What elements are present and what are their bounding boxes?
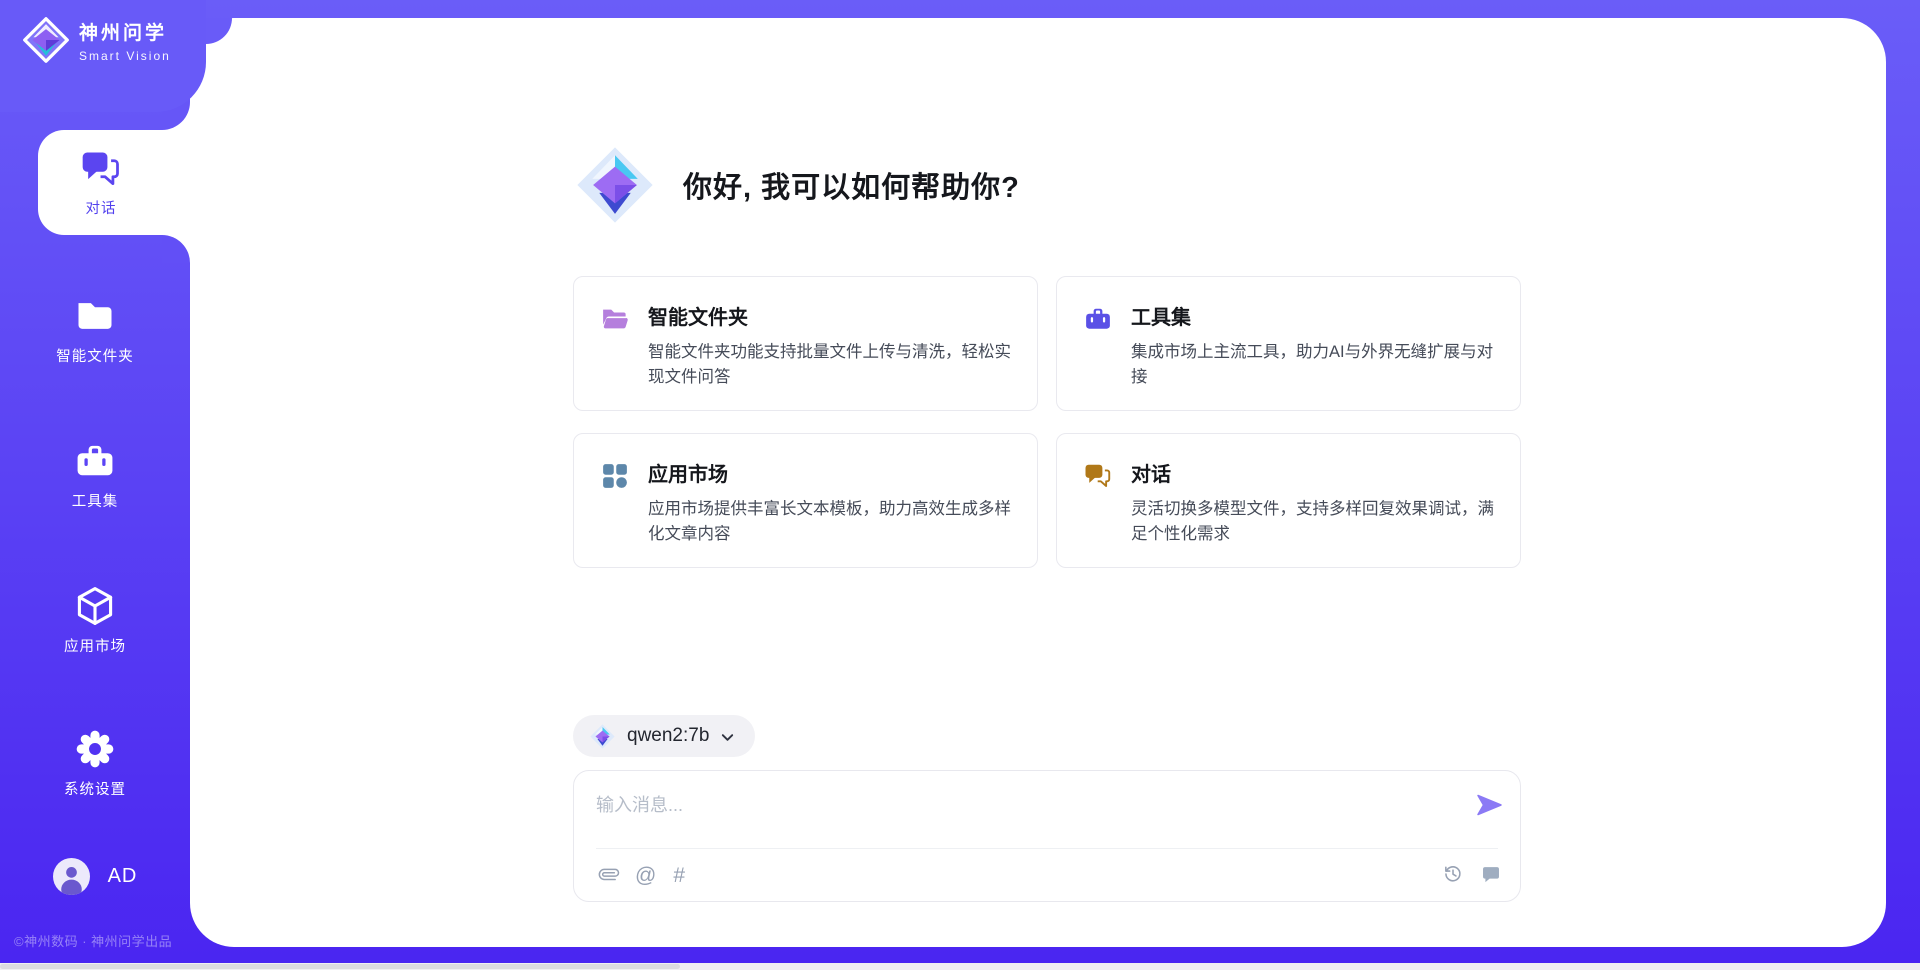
message-composer: @ # <box>573 770 1521 902</box>
composer-divider <box>596 848 1498 849</box>
chat-bubble-icon <box>1480 863 1502 888</box>
card-description: 灵活切换多模型文件，支持多样回复效果调试，满足个性化需求 <box>1131 497 1494 547</box>
composer-toolbar: @ # <box>598 863 1502 888</box>
card-title: 对话 <box>1131 458 1494 487</box>
feature-cards: 智能文件夹 智能文件夹功能支持批量文件上传与清洗，轻松实现文件问答 工具集 集成… <box>573 276 1521 568</box>
attach-file-button[interactable] <box>598 864 618 887</box>
brand-diamond-white-icon <box>22 16 70 64</box>
model-name: qwen2:7b <box>627 725 709 747</box>
chevron-down-icon <box>720 730 735 745</box>
sidebar-item-label: 对话 <box>86 197 117 218</box>
sidebar-item-label: 工具集 <box>72 490 119 511</box>
card-chat[interactable]: 对话 灵活切换多模型文件，支持多样回复效果调试，满足个性化需求 <box>1056 433 1521 568</box>
hash-icon: # <box>673 866 685 886</box>
model-selector[interactable]: qwen2:7b <box>573 715 755 757</box>
conversation-button[interactable] <box>1480 863 1502 888</box>
user-profile[interactable]: AD <box>0 858 190 895</box>
sidebar-item-label: 系统设置 <box>64 778 126 799</box>
card-app-market[interactable]: 应用市场 应用市场提供丰富长文本模板，助力高效生成多样化文章内容 <box>573 433 1038 568</box>
paperclip-icon <box>593 860 623 890</box>
gear-icon <box>73 727 117 771</box>
card-description: 集成市场上主流工具，助力AI与外界无缝扩展与对接 <box>1131 340 1494 390</box>
card-title: 工具集 <box>1131 301 1494 330</box>
greeting-block: 你好, 我可以如何帮助你? <box>573 143 1020 227</box>
avatar <box>53 858 90 895</box>
folder-icon <box>73 294 117 338</box>
chat-icon <box>79 147 123 191</box>
topic-button[interactable]: # <box>673 866 685 886</box>
sidebar-item-chat[interactable]: 对话 <box>38 130 190 235</box>
horizontal-scrollbar[interactable] <box>0 963 1920 970</box>
card-title: 应用市场 <box>648 458 1011 487</box>
mention-button[interactable]: @ <box>635 866 656 886</box>
card-title: 智能文件夹 <box>648 301 1011 330</box>
sidebar-item-toolset[interactable]: 工具集 <box>0 428 190 522</box>
brand-diamond-icon <box>573 143 657 227</box>
card-description: 应用市场提供丰富长文本模板，助力高效生成多样化文章内容 <box>648 497 1011 547</box>
at-icon: @ <box>635 866 656 886</box>
grid-icon <box>600 461 630 491</box>
greeting-title: 你好, 我可以如何帮助你? <box>683 164 1020 206</box>
sidebar-item-label: 智能文件夹 <box>56 345 134 366</box>
tab-fillet-bottom <box>162 235 190 263</box>
footer-credit: ©神州数码 · 神州问学出品 <box>14 931 172 950</box>
send-icon <box>1473 807 1505 822</box>
message-input[interactable] <box>580 777 1440 839</box>
cube-icon <box>73 584 117 628</box>
brand-subtitle: Smart Vision <box>79 49 171 63</box>
send-button[interactable] <box>1472 791 1506 821</box>
sidebar-item-smart-folders[interactable]: 智能文件夹 <box>0 283 190 377</box>
sidebar-item-app-market[interactable]: 应用市场 <box>0 573 190 667</box>
brand-diamond-icon <box>589 723 616 750</box>
scrollbar-thumb[interactable] <box>0 964 680 969</box>
chat-icon <box>1083 461 1113 491</box>
card-description: 智能文件夹功能支持批量文件上传与清洗，轻松实现文件问答 <box>648 340 1011 390</box>
toolbox-icon <box>73 439 117 483</box>
toolbox-icon <box>1083 304 1113 334</box>
folder-open-icon <box>600 304 630 334</box>
panel-top-fillet <box>206 18 232 44</box>
history-icon <box>1442 863 1464 888</box>
brand-title: 神州问学 <box>79 18 171 45</box>
card-smart-folders[interactable]: 智能文件夹 智能文件夹功能支持批量文件上传与清洗，轻松实现文件问答 <box>573 276 1038 411</box>
history-button[interactable] <box>1442 863 1464 888</box>
card-toolset[interactable]: 工具集 集成市场上主流工具，助力AI与外界无缝扩展与对接 <box>1056 276 1521 411</box>
brand-logo: 神州问学 Smart Vision <box>0 0 206 112</box>
sidebar-item-settings[interactable]: 系统设置 <box>0 716 190 810</box>
user-initials: AD <box>108 865 138 888</box>
sidebar-item-label: 应用市场 <box>64 635 126 656</box>
app-root: { "brand": { "title": "神州问学", "subtitle"… <box>0 0 1920 970</box>
